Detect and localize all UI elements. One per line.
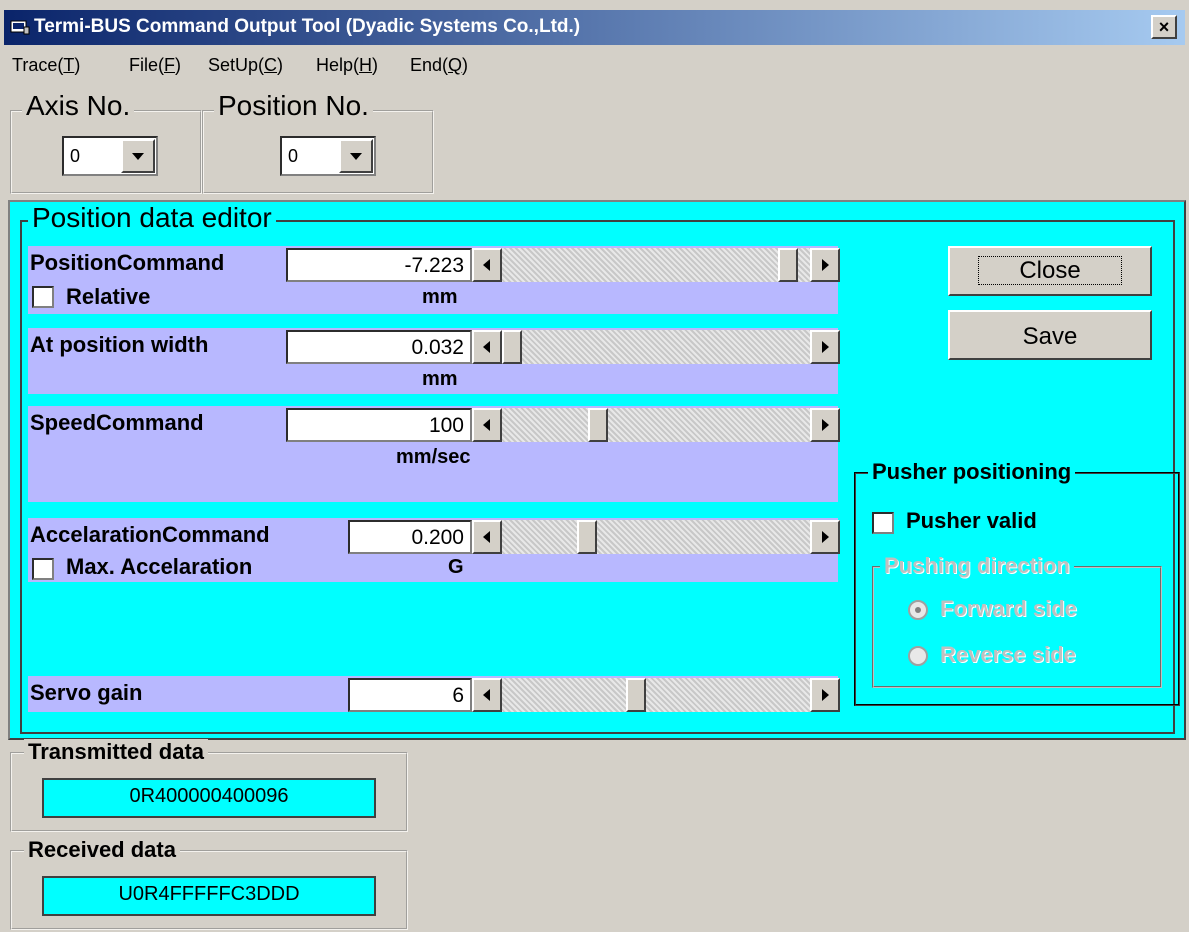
reverse-side-label: Reverse side [940,642,1076,667]
position-command-label: PositionCommand [30,250,225,275]
save-button[interactable]: Save [948,310,1152,360]
max-accel-checkbox[interactable] [32,558,54,580]
position-select[interactable]: 0 [280,136,376,176]
forward-side-label: Forward side [940,596,1077,621]
transmitted-value: 0R400000400096 [42,778,376,818]
scroll-right-button[interactable] [810,330,840,364]
pusher-group: Pusher positioning Pusher valid Pushing … [854,459,1180,706]
axis-select[interactable]: 0 [62,136,158,176]
accel-command-label: AccelarationCommand [30,522,270,547]
at-position-width-unit: mm [422,368,458,390]
arrow-right-icon [822,259,829,271]
arrow-left-icon [483,689,490,701]
chevron-down-icon [132,153,144,160]
menu-trace[interactable]: Trace(T) [12,55,80,76]
received-group: Received data U0R4FFFFFC3DDD [10,837,408,930]
arrow-right-icon [822,689,829,701]
close-button[interactable]: Close [948,246,1152,296]
scroll-right-button[interactable] [810,248,840,282]
dropdown-button[interactable] [121,139,155,173]
speed-command-label: SpeedCommand [30,410,204,435]
scroll-right-button[interactable] [810,520,840,554]
arrow-left-icon [483,259,490,271]
arrow-right-icon [822,419,829,431]
menu-help[interactable]: Help(H) [316,55,378,76]
scroll-left-button[interactable] [472,408,502,442]
menu-end[interactable]: End(Q) [410,55,468,76]
speed-command-unit: mm/sec [396,446,471,468]
scroll-left-button[interactable] [472,678,502,712]
close-icon: × [1158,17,1170,37]
at-position-width-input[interactable]: 0.032 [286,330,472,364]
servo-gain-slider[interactable] [472,678,840,712]
scroll-right-button[interactable] [810,408,840,442]
speed-command-input[interactable]: 100 [286,408,472,442]
title-bar: Termi-BUS Command Output Tool (Dyadic Sy… [4,10,1185,45]
close-window-button[interactable]: × [1151,15,1177,39]
position-command-input[interactable]: -7.223 [286,248,472,282]
scroll-left-button[interactable] [472,248,502,282]
slider-thumb[interactable] [576,520,597,554]
scroll-right-button[interactable] [810,678,840,712]
scroll-left-button[interactable] [472,330,502,364]
transmitted-group: Transmitted data 0R400000400096 [10,739,408,832]
chevron-down-icon [350,153,362,160]
accel-command-unit: G [448,556,464,578]
arrow-left-icon [483,419,490,431]
max-accel-label: Max. Accelaration [66,554,253,579]
accel-command-input[interactable]: 0.200 [348,520,472,554]
arrow-right-icon [822,341,829,353]
menu-bar: Trace(T) File(F) SetUp(C) Help(H) End(Q) [4,47,1185,83]
received-label: Received data [24,837,180,863]
relative-checkbox[interactable] [32,286,54,308]
scroll-left-button[interactable] [472,520,502,554]
app-icon [10,20,30,35]
arrow-left-icon [483,341,490,353]
menu-file[interactable]: File(F) [129,55,181,76]
at-position-width-slider[interactable] [472,330,840,364]
pushing-direction-group: Pushing direction Forward side Reverse s… [872,553,1162,688]
pusher-title: Pusher positioning [868,459,1076,485]
axis-group: Axis No. 0 [10,90,202,194]
axis-label: Axis No. [22,90,135,122]
accel-command-slider[interactable] [472,520,840,554]
forward-side-radio[interactable] [908,600,928,620]
window-title: Termi-BUS Command Output Tool (Dyadic Sy… [34,16,581,37]
slider-thumb[interactable] [502,330,522,364]
at-position-width-label: At position width [30,332,209,357]
pushing-direction-title: Pushing direction [880,553,1074,579]
speed-command-slider[interactable] [472,408,840,442]
slider-thumb[interactable] [625,678,646,712]
transmitted-label: Transmitted data [24,739,209,765]
received-value: U0R4FFFFFC3DDD [42,876,376,916]
slider-thumb[interactable] [778,248,799,282]
slider-thumb[interactable] [588,408,609,442]
position-label: Position No. [214,90,373,122]
servo-gain-input[interactable]: 6 [348,678,472,712]
position-group: Position No. 0 [202,90,434,194]
position-data-editor: Position data editor PositionCommand -7.… [8,200,1186,740]
position-command-slider[interactable] [472,248,840,282]
arrow-left-icon [483,531,490,543]
relative-label: Relative [66,284,151,309]
menu-setup[interactable]: SetUp(C) [208,55,283,76]
arrow-right-icon [822,531,829,543]
dropdown-button[interactable] [339,139,373,173]
reverse-side-radio[interactable] [908,646,928,666]
position-command-unit: mm [422,286,458,308]
servo-gain-label: Servo gain [30,680,143,705]
pusher-valid-label: Pusher valid [906,508,1037,533]
editor-title: Position data editor [28,202,276,234]
pusher-valid-checkbox[interactable] [872,512,894,534]
